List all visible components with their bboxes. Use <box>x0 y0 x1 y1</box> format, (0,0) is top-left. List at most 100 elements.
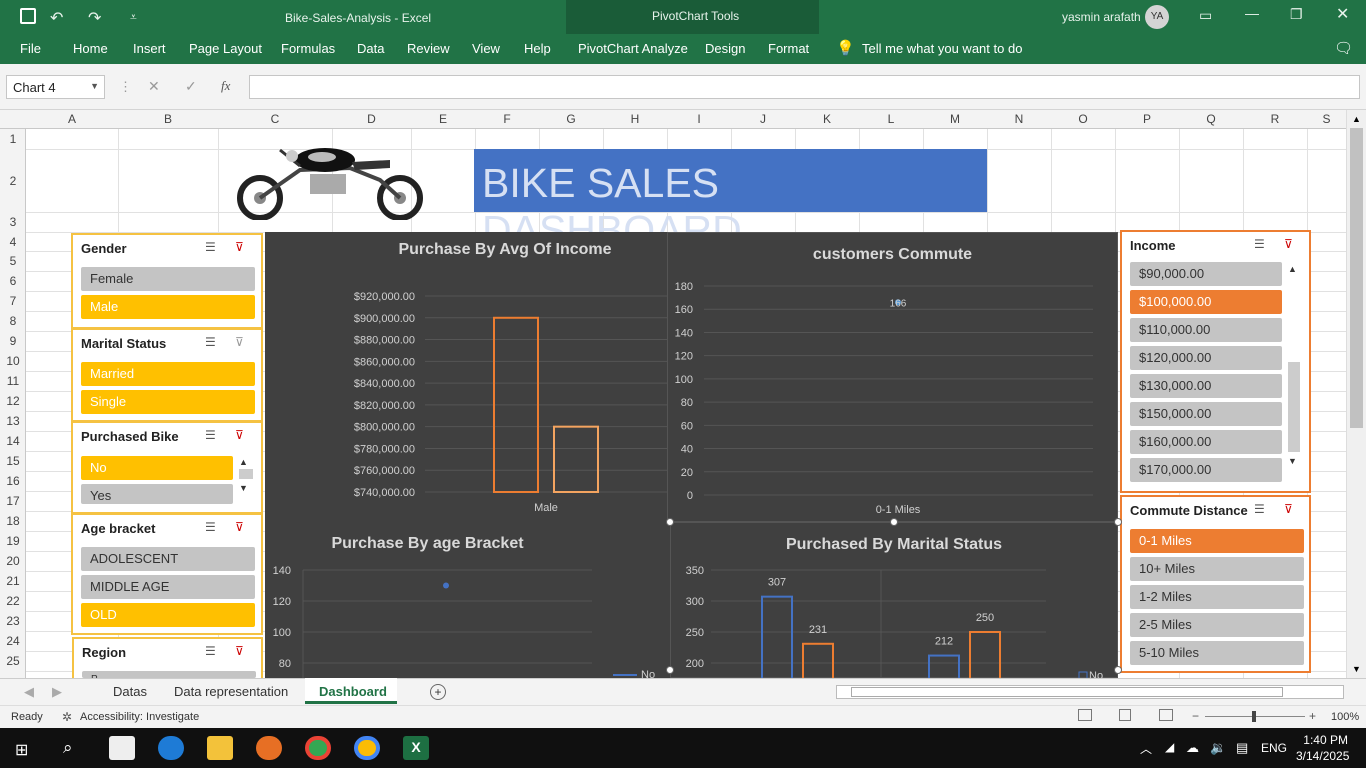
slicer-item-income[interactable]: $120,000.00 <box>1130 346 1282 370</box>
column-header[interactable]: M <box>923 112 987 126</box>
firefox-icon[interactable] <box>256 736 282 760</box>
tab-page-layout[interactable]: Page Layout <box>189 41 262 56</box>
slicer-marital-status[interactable]: Marital Status ☰ ⊽ Married Single <box>71 328 263 422</box>
chevron-up-icon[interactable]: ︿ <box>1140 740 1152 757</box>
tab-design[interactable]: Design <box>705 41 745 56</box>
clear-filter-icon[interactable]: ⊽ <box>1284 502 1300 516</box>
row-header[interactable]: 8 <box>0 314 26 328</box>
scroll-up-icon[interactable]: ▲ <box>1288 264 1302 274</box>
resize-handle[interactable] <box>666 518 674 526</box>
slicer-item-no[interactable]: No <box>81 456 233 480</box>
slicer-item-2-5-miles[interactable]: 2-5 Miles <box>1130 613 1304 637</box>
slicer-item-region[interactable]: P <box>82 671 256 678</box>
row-header[interactable]: 6 <box>0 274 26 288</box>
row-header[interactable]: 4 <box>0 235 26 249</box>
excel-icon[interactable]: X <box>403 736 429 760</box>
zoom-thumb[interactable] <box>1252 711 1256 722</box>
multiselect-icon[interactable]: ☰ <box>205 428 221 442</box>
resize-handle[interactable] <box>1114 666 1122 674</box>
slicer-gender[interactable]: Gender ☰ ⊽ Female Male <box>71 233 263 329</box>
slicer-commute-distance[interactable]: Commute Distance ☰ ⊽ 0-1 Miles 10+ Miles… <box>1120 495 1311 673</box>
tab-pivotchart-analyze[interactable]: PivotChart Analyze <box>578 41 688 56</box>
column-header[interactable]: K <box>795 112 859 126</box>
tab-view[interactable]: View <box>472 41 500 56</box>
multiselect-icon[interactable]: ☰ <box>205 335 221 349</box>
column-header[interactable]: S <box>1307 112 1346 126</box>
column-header[interactable]: R <box>1243 112 1307 126</box>
page-layout-icon[interactable] <box>1119 709 1131 721</box>
avatar[interactable]: YA <box>1145 5 1169 29</box>
formula-input[interactable] <box>249 75 1360 99</box>
slicer-item-5-10-miles[interactable]: 5-10 Miles <box>1130 641 1304 665</box>
slicer-item-female[interactable]: Female <box>81 267 255 291</box>
tab-formulas[interactable]: Formulas <box>281 41 335 56</box>
tab-format[interactable]: Format <box>768 41 809 56</box>
accessibility-icon[interactable]: ✲ <box>62 710 72 724</box>
row-header[interactable]: 13 <box>0 414 26 428</box>
notification-icon[interactable]: ▤ <box>1236 740 1248 756</box>
slicer-item-income[interactable]: $90,000.00 <box>1130 262 1282 286</box>
accessibility-status[interactable]: Accessibility: Investigate <box>80 711 199 723</box>
sheet-tab-datas[interactable]: Datas <box>113 684 147 699</box>
row-header[interactable]: 15 <box>0 454 26 468</box>
multiselect-icon[interactable]: ☰ <box>1254 237 1270 251</box>
minimize-icon[interactable]: — <box>1245 5 1259 21</box>
horizontal-scrollbar[interactable] <box>836 685 1344 699</box>
windows-start-icon[interactable]: ⊞ <box>15 740 28 760</box>
scroll-thumb[interactable] <box>1350 128 1363 428</box>
column-header[interactable]: O <box>1051 112 1115 126</box>
redo-icon[interactable]: ↷ <box>88 8 101 28</box>
enter-icon[interactable]: ✓ <box>185 78 197 95</box>
search-icon[interactable]: ⌕ <box>63 738 73 758</box>
name-box[interactable]: Chart 4 ▼ <box>6 75 105 99</box>
file-explorer-icon[interactable] <box>207 736 233 760</box>
row-header[interactable]: 2 <box>0 174 26 188</box>
clear-filter-icon[interactable]: ⊽ <box>235 520 251 534</box>
tab-file[interactable]: File <box>20 41 41 56</box>
dashboard-title[interactable]: BIKE SALES DASHBOARD <box>474 149 987 253</box>
row-header[interactable]: 3 <box>0 215 26 229</box>
slicer-item-income[interactable]: $170,000.00 <box>1130 458 1282 482</box>
column-header[interactable]: J <box>731 112 795 126</box>
clear-filter-icon[interactable]: ⊽ <box>235 240 251 254</box>
row-header[interactable]: 20 <box>0 554 26 568</box>
close-icon[interactable]: ✕ <box>1336 4 1349 24</box>
column-header[interactable]: N <box>987 112 1051 126</box>
resize-handle[interactable] <box>1114 518 1122 526</box>
volume-icon[interactable]: 🔉 <box>1210 740 1226 756</box>
clear-filter-icon[interactable]: ⊽ <box>1284 237 1300 251</box>
column-header[interactable]: Q <box>1179 112 1243 126</box>
slicer-item-0-1-miles[interactable]: 0-1 Miles <box>1130 529 1304 553</box>
column-header[interactable]: A <box>26 112 118 126</box>
scroll-down-icon[interactable]: ▼ <box>239 483 253 493</box>
chrome-profile-icon[interactable] <box>354 736 380 760</box>
zoom-in-icon[interactable]: + <box>1309 709 1316 723</box>
motorcycle-image[interactable] <box>230 130 426 221</box>
h-scroll-thumb[interactable] <box>851 687 1283 697</box>
multiselect-icon[interactable]: ☰ <box>1254 502 1270 516</box>
multiselect-icon[interactable]: ☰ <box>205 520 221 534</box>
restore-icon[interactable]: ❐ <box>1290 6 1303 23</box>
user-name[interactable]: yasmin arafath <box>1062 10 1141 24</box>
slicer-scrollbar[interactable]: ▲ ▼ <box>239 457 253 505</box>
slicer-item-married[interactable]: Married <box>81 362 255 386</box>
slicer-scrollbar[interactable]: ▲ ▼ <box>1288 264 1302 484</box>
resize-handle[interactable] <box>666 666 674 674</box>
row-header[interactable]: 25 <box>0 654 26 668</box>
tab-home[interactable]: Home <box>73 41 108 56</box>
scroll-thumb[interactable] <box>239 469 253 479</box>
slicer-item-male[interactable]: Male <box>81 295 255 319</box>
undo-icon[interactable]: ↶ <box>50 8 63 28</box>
onedrive-icon[interactable]: ☁ <box>1186 740 1199 756</box>
tell-me-search[interactable]: Tell me what you want to do <box>862 41 1022 56</box>
row-header[interactable]: 17 <box>0 494 26 508</box>
row-header[interactable]: 22 <box>0 594 26 608</box>
row-header[interactable]: 1 <box>0 132 26 146</box>
cancel-icon[interactable]: ✕ <box>148 78 160 95</box>
chevron-down-icon[interactable]: ▼ <box>90 81 99 91</box>
chart-purchase-by-age-bracket[interactable]: Purchase By age Bracket 140 120 100 80 No <box>265 522 670 678</box>
row-header[interactable]: 18 <box>0 514 26 528</box>
chart-purchased-by-marital-status[interactable]: Purchased By Marital Status 350 300 250 200… <box>670 522 1118 679</box>
column-header[interactable]: C <box>218 112 332 126</box>
chrome-icon[interactable] <box>305 736 331 760</box>
